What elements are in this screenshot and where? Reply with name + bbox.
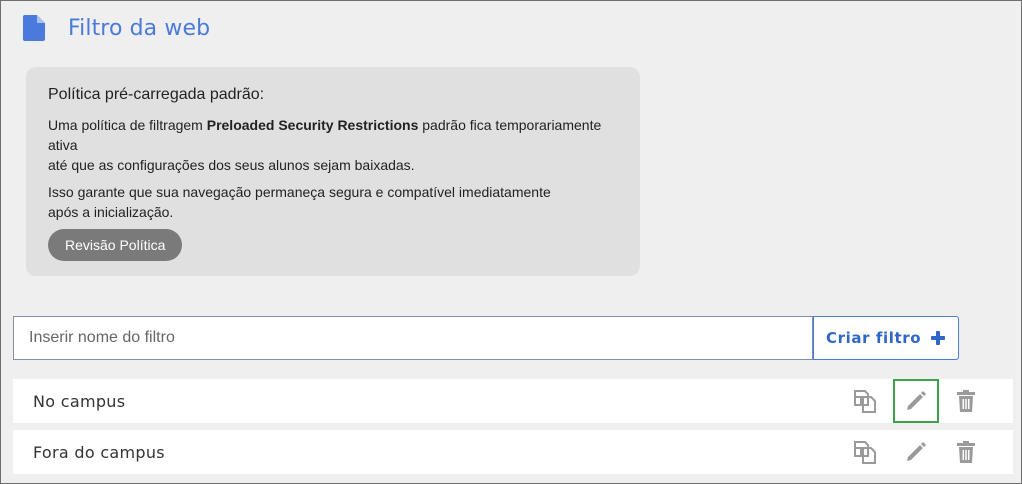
row-actions [843,379,993,423]
edit-button[interactable] [893,430,939,474]
policy-name: Preloaded Security Restrictions [206,117,419,133]
filter-name: No campus [33,391,126,411]
create-filter-label: Criar filtro [826,329,922,347]
edit-button[interactable] [893,379,939,423]
duplicate-button[interactable] [843,430,889,474]
duplicate-button[interactable] [843,379,889,423]
trash-icon [957,441,975,463]
review-policy-button[interactable]: Revisão Política [48,229,183,261]
document-icon [23,15,45,41]
preloaded-policy-card: Política pré-carregada padrão: Uma polít… [26,67,640,276]
pencil-icon [907,391,926,410]
filter-row-fora-do-campus[interactable]: Fora do campus [13,430,1013,474]
copy-icon [854,441,876,464]
create-filter-button[interactable]: Criar filtro [813,316,959,360]
policy-assurance: Isso garante que sua navegação permaneça… [48,182,618,222]
pencil-icon [907,442,926,461]
plus-icon [931,331,945,345]
copy-icon [854,390,876,413]
policy-text-line2: até que as configurações dos seus alunos… [48,157,415,173]
delete-button[interactable] [943,379,989,423]
policy-assurance-line1: Isso garante que sua navegação permaneça… [48,184,551,200]
policy-assurance-line2: após a inicialização. [48,204,174,220]
filter-row-no-campus[interactable]: No campus [13,379,1013,423]
row-actions [843,430,993,474]
trash-icon [957,390,975,412]
policy-text-prefix: Uma política de filtragem [48,117,207,133]
policy-heading: Política pré-carregada padrão: [48,86,265,103]
filter-name-input[interactable] [13,316,813,360]
filter-name: Fora do campus [33,442,165,462]
page-header: Filtro da web [23,15,210,41]
delete-button[interactable] [943,430,989,474]
policy-description: Uma política de filtragem Preloaded Secu… [48,115,618,175]
page-title: Filtro da web [68,15,211,41]
